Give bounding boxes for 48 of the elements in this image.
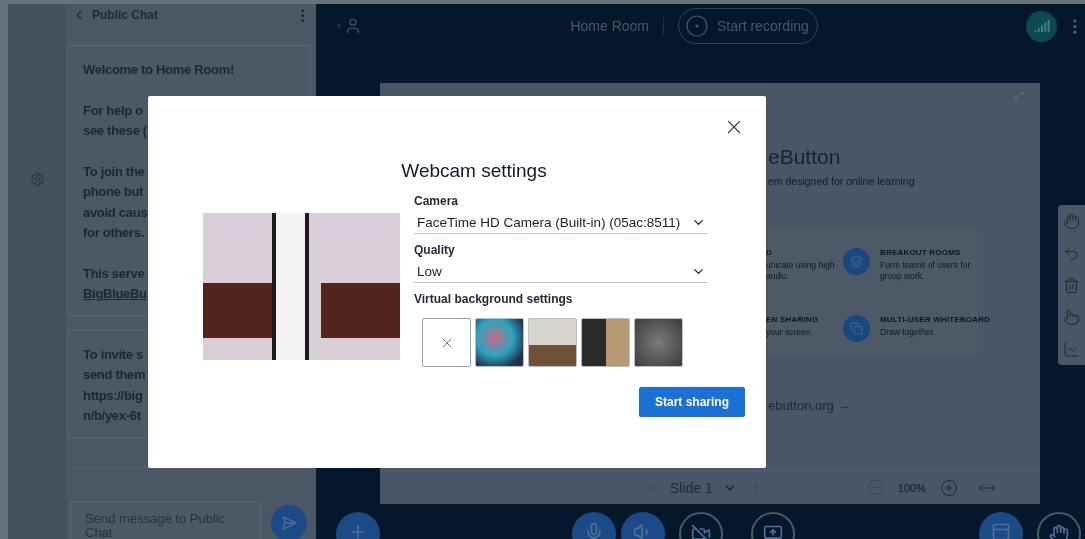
presentation-icon xyxy=(991,522,1011,539)
send-button[interactable] xyxy=(271,505,307,539)
undo-icon[interactable] xyxy=(1063,244,1080,262)
user-icon xyxy=(344,17,362,35)
delete-icon[interactable] xyxy=(1063,276,1080,294)
screen-share-icon xyxy=(763,524,783,539)
microphone-icon xyxy=(584,522,604,539)
zoom-in-icon[interactable] xyxy=(939,478,958,497)
room-name: Home Room xyxy=(570,18,649,34)
more-options-button[interactable] xyxy=(1073,18,1077,34)
record-icon xyxy=(685,14,709,38)
section-label: Virtual background settings xyxy=(414,292,574,306)
dialog-title: Webcam settings xyxy=(401,160,547,182)
user-list-button[interactable] xyxy=(334,17,362,35)
field-label: Quality xyxy=(414,243,456,257)
settings-icon[interactable] xyxy=(29,172,45,187)
feature-heading: D xyxy=(766,248,773,257)
dropdown-field[interactable]: Low xyxy=(414,260,708,283)
camera-off-icon xyxy=(691,524,711,539)
copy-icon xyxy=(850,321,863,335)
more-options-icon xyxy=(1073,18,1077,34)
layers-icon xyxy=(850,255,863,268)
signal-bars-icon xyxy=(1033,18,1050,34)
chart-icon[interactable] xyxy=(1063,340,1080,358)
connection-status-button[interactable] xyxy=(1026,10,1058,42)
send-icon xyxy=(281,515,297,531)
hand-tool-icon[interactable] xyxy=(1063,212,1080,230)
feature-heading: BREAKOUT ROOMS xyxy=(880,248,962,257)
more-options-icon xyxy=(300,8,304,22)
pointer-icon[interactable] xyxy=(1063,308,1080,326)
feature-heading: MULTI-USER WHITEBOARD xyxy=(880,314,991,324)
expand-icon xyxy=(1014,91,1024,101)
dropdown-field[interactable]: FaceTime HD Camera (Built-in) (05ac:8511) xyxy=(414,211,708,234)
hand-icon xyxy=(1049,524,1069,539)
start-sharing-button[interactable]: Start sharing xyxy=(639,387,745,417)
feature-text: Form teams of users for xyxy=(880,260,971,271)
background-image-option[interactable] xyxy=(528,318,577,367)
feature-heading: EN SHARING xyxy=(766,314,819,324)
feature-text: audio. xyxy=(766,271,791,282)
chevron-left-icon xyxy=(334,21,344,31)
feature-text: Draw together. xyxy=(880,326,937,338)
field-label: Camera xyxy=(414,194,460,208)
fullscreen-button[interactable] xyxy=(1014,91,1024,101)
background-image-option[interactable] xyxy=(581,318,630,367)
background-image-option[interactable] xyxy=(634,318,683,367)
feature-text: group work. xyxy=(880,271,926,282)
background-image-option[interactable] xyxy=(475,318,524,367)
more-options-button[interactable] xyxy=(300,8,304,22)
